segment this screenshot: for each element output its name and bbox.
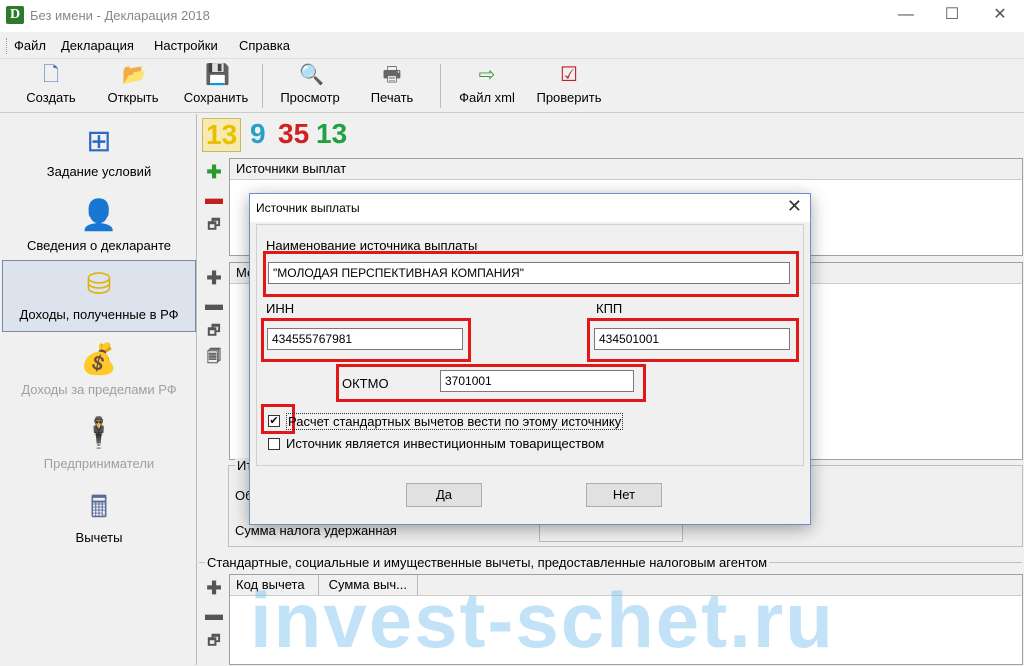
sidebar-item-label: Задание условий [46, 164, 152, 179]
remove-income-button[interactable]: ▬ [203, 294, 225, 315]
sidebar-item-entrepreneurs[interactable]: 🕴 Предприниматели [2, 410, 196, 482]
preview-button[interactable]: 🔍 Просмотр [274, 64, 346, 110]
xml-label: Файл xml [459, 90, 515, 105]
open-label: Открыть [107, 90, 159, 105]
menu-settings[interactable]: Настройки [154, 38, 218, 53]
person-icon: 👤 [80, 199, 118, 232]
money-bag-icon: 💰 [80, 343, 118, 376]
inn-input[interactable] [267, 328, 463, 350]
investment-partnership-checkbox[interactable] [268, 438, 280, 450]
edit-source-icon[interactable]: 🗗 [203, 214, 225, 238]
minimize-button[interactable]: — [886, 4, 926, 26]
dialog-title: Источник выплаты [256, 201, 360, 215]
save-button[interactable]: 💾 Сохранить [178, 64, 254, 110]
menu-file[interactable]: Файл [14, 38, 46, 53]
tax-rate-tabs: 13 9 35 13 [200, 116, 1024, 156]
coins-icon: ⛁ [86, 268, 112, 301]
investment-partnership-label[interactable]: Источник является инвестиционным товарищ… [286, 436, 604, 451]
menu-declaration[interactable]: Декларация [61, 38, 134, 53]
tab-rate-13[interactable]: 13 [202, 118, 242, 152]
menu-help[interactable]: Справка [239, 38, 290, 53]
menu-bar: Файл Декларация Настройки Справка [0, 34, 1024, 59]
sidebar-item-label: Предприниматели [43, 456, 155, 471]
dialog-close-button[interactable]: ✕ [787, 196, 802, 217]
sidebar-item-conditions[interactable]: ⊞ Задание условий [2, 118, 196, 190]
new-document-icon: 🗋 [42, 64, 60, 86]
dialog-title-bar: Источник выплаты ✕ [250, 194, 810, 222]
kpp-label: КПП [596, 301, 623, 316]
magnifier-document-icon: 🔍 [299, 64, 324, 86]
close-window-button[interactable]: ✕ [980, 4, 1020, 26]
open-folder-icon: 📂 [122, 64, 147, 86]
sidebar: ⊞ Задание условий 👤 Сведения о декларант… [2, 114, 197, 665]
no-button[interactable]: Нет [586, 483, 662, 507]
xml-file-button[interactable]: ⇨ Файл xml [454, 64, 520, 110]
calculator-icon: 🖩 [90, 491, 108, 524]
maximize-button[interactable]: ☐ [932, 4, 972, 26]
create-button[interactable]: 🗋 Создать [20, 64, 82, 110]
sidebar-item-deductions[interactable]: 🖩 Вычеты [2, 484, 196, 556]
std-deductions-checkbox[interactable]: ✔ [268, 415, 280, 427]
businessman-icon: 🕴 [80, 417, 118, 450]
copy-income-icon[interactable]: 🗐 [203, 346, 225, 370]
tax-withheld-label: Сумма налога удержанная [235, 523, 397, 538]
title-bar: D Без имени - Декларация 2018 — ☐ ✕ [0, 0, 1024, 32]
sources-column-header: Источники выплат [236, 161, 347, 176]
sidebar-item-label: Сведения о декларанте [27, 238, 171, 253]
check-label: Проверить [536, 90, 602, 105]
open-button[interactable]: 📂 Открыть [102, 64, 164, 110]
add-deduction-button[interactable]: ✚ [203, 578, 225, 599]
tree-icon: ⊞ [86, 125, 112, 158]
export-xml-icon: ⇨ [478, 64, 496, 86]
watermark: invest-schet.ru [250, 576, 835, 664]
print-label: Печать [370, 90, 414, 105]
toolbar-separator [440, 64, 441, 108]
remove-deduction-button[interactable]: ▬ [203, 604, 225, 625]
deductions-group-label: Стандартные, социальные и имущественные … [205, 555, 770, 570]
tab-rate-13-nonres[interactable]: 13 [316, 118, 347, 150]
sources-grid-header: Источники выплат [230, 159, 1022, 180]
sidebar-item-label: Доходы за пределами РФ [21, 382, 177, 397]
oktmo-input[interactable] [440, 370, 634, 392]
payment-source-dialog: Источник выплаты ✕ Наименование источник… [249, 193, 811, 525]
window-title: Без имени - Декларация 2018 [30, 8, 210, 23]
print-button[interactable]: 🖶 Печать [364, 64, 420, 110]
tab-rate-35[interactable]: 35 [278, 118, 309, 150]
kpp-input[interactable] [594, 328, 790, 350]
oktmo-label: ОКТМО [342, 376, 389, 391]
create-label: Создать [26, 90, 76, 105]
toolbar: 🗋 Создать 📂 Открыть 💾 Сохранить 🔍 Просмо… [0, 60, 1024, 113]
edit-deduction-icon[interactable]: 🗗 [203, 630, 225, 654]
inn-label: ИНН [266, 301, 295, 316]
remove-source-button[interactable]: ▬ [203, 188, 225, 209]
add-income-button[interactable]: ✚ [203, 268, 225, 289]
printer-icon: 🖶 [382, 64, 402, 86]
yes-button[interactable]: Да [406, 483, 482, 507]
tab-rate-9[interactable]: 9 [250, 118, 266, 150]
toolbar-separator [262, 64, 263, 108]
save-label: Сохранить [183, 90, 249, 105]
sidebar-item-declarant[interactable]: 👤 Сведения о декларанте [2, 192, 196, 264]
checklist-icon: ☑ [560, 64, 578, 86]
source-name-input[interactable] [268, 262, 790, 284]
sidebar-item-income-rf[interactable]: ⛁ Доходы, полученные в РФ [2, 260, 196, 332]
sidebar-item-income-abroad[interactable]: 💰 Доходы за пределами РФ [2, 336, 196, 408]
floppy-disk-icon: 💾 [205, 64, 230, 86]
sidebar-item-label: Доходы, полученные в РФ [19, 307, 179, 322]
sidebar-item-label: Вычеты [75, 530, 123, 545]
check-button[interactable]: ☑ Проверить [530, 64, 608, 110]
menu-grip [6, 38, 10, 54]
app-icon: D [6, 6, 24, 24]
add-source-button[interactable]: ✚ [203, 162, 225, 183]
preview-label: Просмотр [280, 90, 340, 105]
edit-income-icon[interactable]: 🗗 [203, 320, 225, 344]
std-deductions-label[interactable]: Расчет стандартных вычетов вести по этом… [286, 413, 624, 430]
